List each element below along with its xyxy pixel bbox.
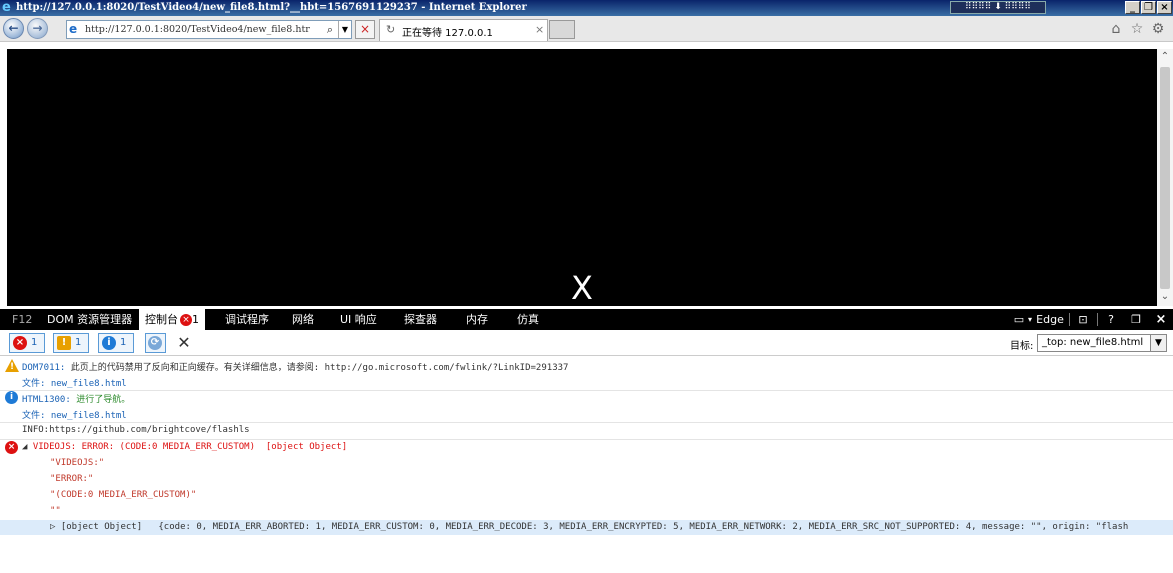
console-log-line: INFO:https://github.com/brightcove/flash… <box>22 425 250 435</box>
scroll-thumb[interactable] <box>1160 67 1170 289</box>
tab-debugger[interactable]: 调试程序 <box>225 309 269 330</box>
divider <box>0 439 1173 440</box>
tab-network[interactable]: 网络 <box>292 309 314 330</box>
tab-memory[interactable]: 内存 <box>466 309 488 330</box>
page-scrollbar[interactable]: ⌃ ⌄ <box>1157 49 1173 306</box>
divider <box>0 390 1173 391</box>
object-label: [object Object] <box>60 522 143 532</box>
address-input[interactable]: http://127.0.0.1:8020/TestVideo4/new_fil… <box>85 23 317 37</box>
errors-count: 1 <box>31 337 38 348</box>
back-arrow-icon[interactable]: ← <box>3 18 24 39</box>
warning-message: 此页上的代码禁用了反向和正向缓存。有关详细信息，请参阅: http://go.m… <box>65 363 569 373</box>
error-object: [object Object] <box>265 442 348 452</box>
error-icon: × <box>5 441 18 454</box>
info-code: HTML1300: <box>22 395 71 405</box>
expand-triangle-icon[interactable]: ◢ <box>22 442 33 452</box>
home-icon[interactable]: ⌂ <box>1108 21 1124 37</box>
console-info-line: HTML1300: 进行了导航。 <box>22 392 130 405</box>
tab-f12: F12 <box>12 313 33 326</box>
error-arg-line: "ERROR:" <box>50 474 94 484</box>
warning-icon: ! <box>5 359 19 372</box>
help-button[interactable]: ? <box>1104 309 1118 330</box>
scroll-up-icon[interactable]: ⌃ <box>1157 49 1173 65</box>
gear-icon[interactable]: ⚙ <box>1150 21 1166 37</box>
tab-console[interactable]: 控制台 × 1 <box>139 309 205 330</box>
window-title: http://127.0.0.1:8020/TestVideo4/new_fil… <box>16 2 527 13</box>
warning-code: DOM7011: <box>22 363 66 373</box>
console-toggle-icon[interactable]: ⊡ <box>1075 309 1091 330</box>
warning-file-link[interactable]: 文件: new_file8.html <box>22 376 127 389</box>
video-player[interactable]: X <box>7 49 1157 306</box>
chevron-down-icon[interactable]: ▼ <box>1150 335 1166 351</box>
warnings-filter-button[interactable]: ! 1 <box>53 333 89 353</box>
object-tree-line[interactable]: ▷ [object Object] {code: 0, MEDIA_ERR_AB… <box>50 522 1128 532</box>
window-grip-handle[interactable]: ⠿⠿⠿⠿ ⬇ ⠿⠿⠿⠿ <box>950 1 1046 14</box>
info-message: 进行了导航。 <box>70 395 131 405</box>
tab-console-label: 控制台 <box>145 313 178 326</box>
tab-console-count: 1 <box>192 313 199 326</box>
info-file-link[interactable]: 文件: new_file8.html <box>22 408 127 421</box>
tab-emulation[interactable]: 仿真 <box>517 309 539 330</box>
target-select[interactable]: _top: new_file8.html ▼ <box>1037 334 1167 352</box>
target-select-value: _top: new_file8.html <box>1042 337 1144 348</box>
console-warning-line: DOM7011: 此页上的代码禁用了反向和正向缓存。有关详细信息，请参阅: ht… <box>22 360 568 373</box>
favorites-star-icon[interactable]: ☆ <box>1129 21 1145 37</box>
devtools-close-button[interactable]: × <box>1153 309 1169 330</box>
clear-on-navigate-button[interactable]: ⟳ <box>145 333 166 353</box>
tab-label: 正在等待 127.0.0.1 <box>402 28 493 39</box>
console-toolbar: × 1 ! 1 i 1 ⟳ ✕ 目标: _top: new_file8.html… <box>0 330 1173 356</box>
expand-triangle-icon[interactable]: ▷ <box>50 522 61 532</box>
scroll-down-icon[interactable]: ⌄ <box>1157 289 1173 305</box>
stop-button[interactable]: × <box>355 20 375 39</box>
devtools-tab-bar: F12 DOM 资源管理器 控制台 × 1 调试程序 网络 UI 响应 探查器 内存… <box>0 309 1173 330</box>
search-icon[interactable]: ⌕ <box>322 21 338 38</box>
errors-filter-button[interactable]: × 1 <box>9 333 45 353</box>
close-window-button[interactable]: × <box>1157 1 1172 14</box>
tab-profiler[interactable]: 探查器 <box>404 309 437 330</box>
address-bar[interactable]: e http://127.0.0.1:8020/TestVideo4/new_f… <box>66 20 352 39</box>
divider <box>1097 313 1098 326</box>
minimize-button[interactable]: _ <box>1125 1 1140 14</box>
title-bar: e http://127.0.0.1:8020/TestVideo4/new_f… <box>0 0 1173 16</box>
error-icon: × <box>13 336 27 350</box>
video-error-close-mark[interactable]: X <box>567 271 597 305</box>
browser-tab[interactable]: ↻ 正在等待 127.0.0.1 × <box>379 19 548 41</box>
chevron-down-icon[interactable]: ▾ <box>1026 309 1034 330</box>
target-label: 目标: <box>1010 341 1034 352</box>
info-icon: i <box>102 336 116 350</box>
tab-dom-explorer[interactable]: DOM 资源管理器 <box>47 309 132 330</box>
tab-ui-responsiveness[interactable]: UI 响应 <box>340 309 377 330</box>
info-icon: i <box>5 391 18 404</box>
page-content: X ⌃ ⌄ <box>0 42 1173 306</box>
error-badge-icon: × <box>180 314 192 326</box>
error-arg-line: "" <box>50 506 61 516</box>
warnings-count: 1 <box>75 337 82 348</box>
tab-close-icon[interactable]: × <box>535 23 544 36</box>
clear-console-icon[interactable]: ✕ <box>176 333 192 353</box>
console-error-line[interactable]: ◢ VIDEOJS: ERROR: (CODE:0 MEDIA_ERR_CUST… <box>22 442 347 452</box>
console-output: ! DOM7011: 此页上的代码禁用了反向和正向缓存。有关详细信息，请参阅: … <box>0 356 1173 573</box>
page-icon: e <box>69 22 78 36</box>
chevron-down-icon[interactable]: ▼ <box>338 21 351 38</box>
error-arg-line: "VIDEOJS:" <box>50 458 105 468</box>
error-header: VIDEOJS: ERROR: (CODE:0 MEDIA_ERR_CUSTOM… <box>32 442 256 452</box>
divider <box>1069 313 1070 326</box>
document-mode-edge[interactable]: Edge <box>1036 309 1064 330</box>
object-detail: {code: 0, MEDIA_ERR_ABORTED: 1, MEDIA_ER… <box>158 522 1129 532</box>
new-tab-button[interactable] <box>549 20 575 39</box>
ie-logo-icon: e <box>2 0 11 15</box>
clear-on-navigate-icon: ⟳ <box>148 336 162 350</box>
info-filter-button[interactable]: i 1 <box>98 333 134 353</box>
warning-icon: ! <box>57 336 71 350</box>
info-count: 1 <box>120 337 127 348</box>
restore-button[interactable]: ❐ <box>1141 1 1156 14</box>
navigation-bar: ← → e http://127.0.0.1:8020/TestVideo4/n… <box>0 16 1173 42</box>
loading-spinner-icon: ↻ <box>386 23 396 36</box>
forward-arrow-icon[interactable]: → <box>27 18 48 39</box>
error-arg-line: "(CODE:0 MEDIA_ERR_CUSTOM)" <box>50 490 197 500</box>
undock-icon[interactable]: ❐ <box>1128 309 1144 330</box>
divider <box>0 422 1173 423</box>
